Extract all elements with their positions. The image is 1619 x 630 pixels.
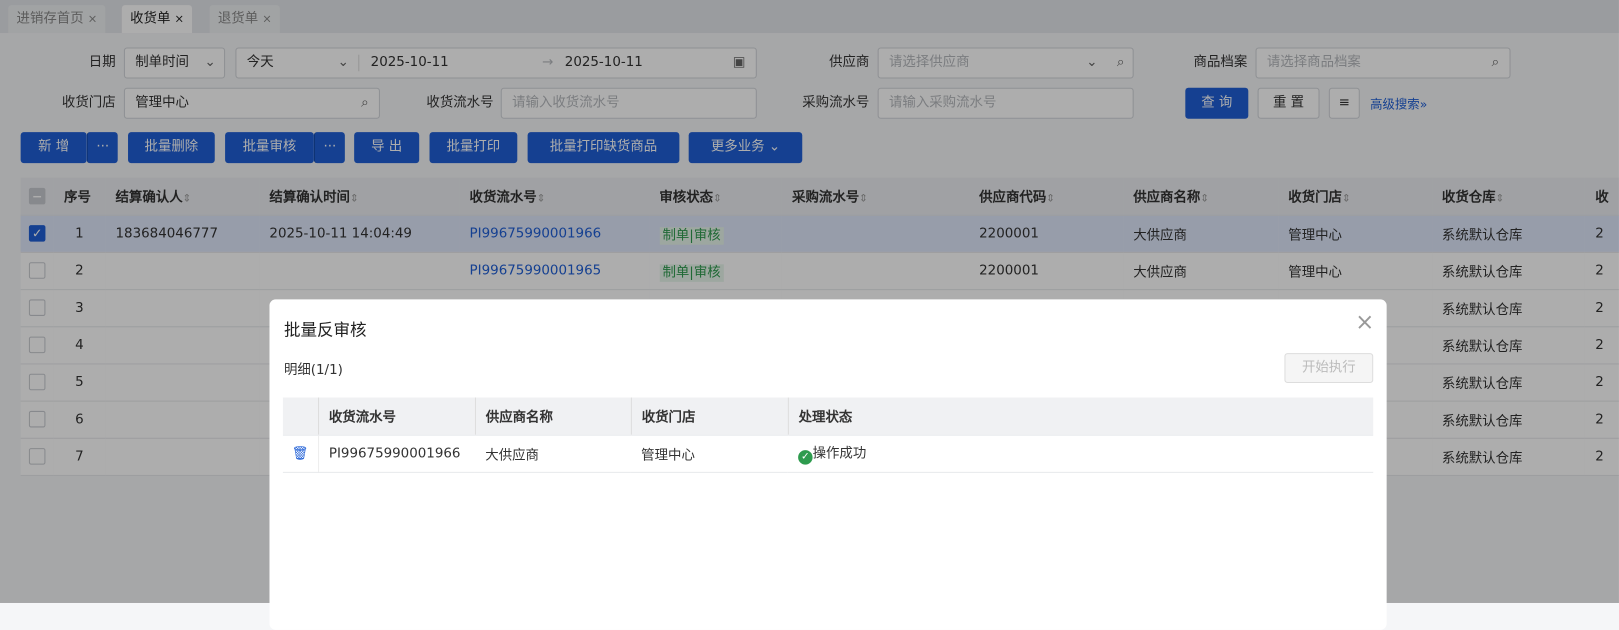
action-column-header <box>282 397 319 436</box>
batch-unaudit-modal: 批量反审核 × 明细(1/1) 开始执行 收货流水号 供应商名称 收货门店 处理… <box>269 299 1387 630</box>
column-header: 收货流水号 <box>317 397 475 436</box>
detail-table: 收货流水号 供应商名称 收货门店 处理状态 🗑 PI99675990001966… <box>282 397 1374 473</box>
modal-title: 批量反审核 <box>283 320 367 340</box>
supplier-name: 大供应商 <box>474 434 631 473</box>
table-header: 收货流水号 供应商名称 收货门店 处理状态 <box>282 397 1374 436</box>
store-name: 管理中心 <box>630 434 788 473</box>
column-header: 收货门店 <box>630 397 788 436</box>
close-icon[interactable]: × <box>1355 310 1374 336</box>
column-header: 供应商名称 <box>474 397 631 436</box>
receipt-no: PI99675990001966 <box>318 434 475 473</box>
detail-count: 明细(1/1) <box>283 362 343 378</box>
check-circle-icon: ✓ <box>798 450 813 465</box>
status-text: 操作成功 <box>812 446 867 462</box>
start-execute-button[interactable]: 开始执行 <box>1284 353 1374 384</box>
process-status: ✓ 操作成功 <box>787 434 1374 473</box>
column-header: 处理状态 <box>787 397 1374 436</box>
trash-icon[interactable]: 🗑 <box>282 434 319 473</box>
table-row: 🗑 PI99675990001966 大供应商 管理中心 ✓ 操作成功 <box>282 434 1374 473</box>
